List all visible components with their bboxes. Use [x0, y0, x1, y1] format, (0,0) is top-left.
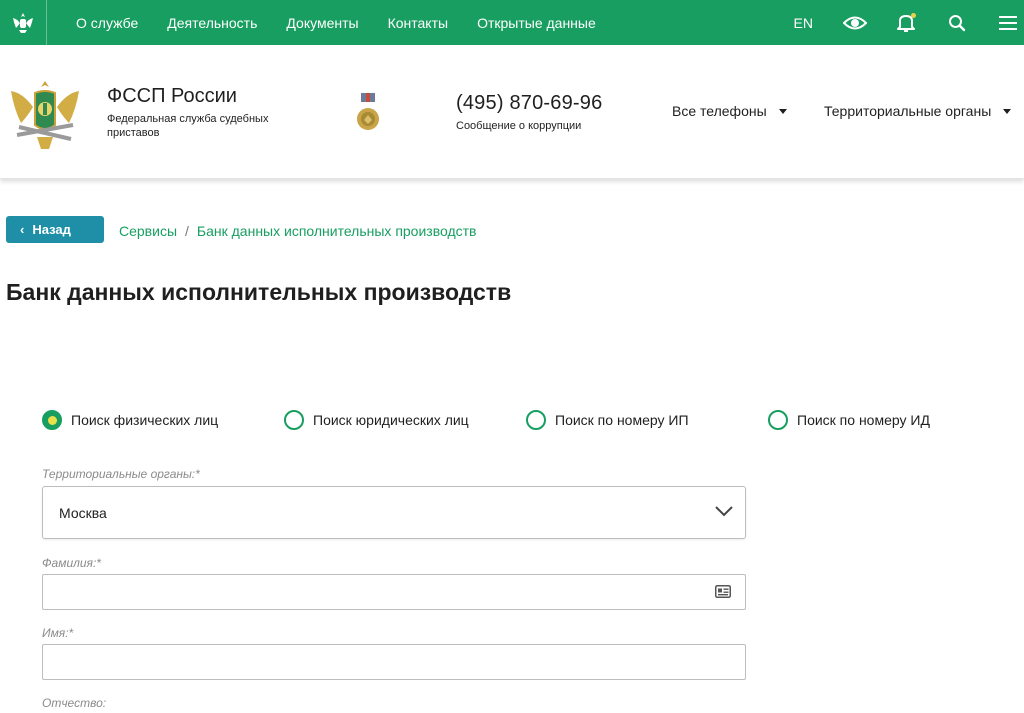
last-name-label: Фамилия:*: [42, 556, 101, 570]
eye-icon[interactable]: [843, 11, 867, 35]
region-label: Территориальные органы:*: [42, 467, 200, 481]
radio-individuals[interactable]: Поиск физических лиц: [42, 410, 218, 430]
nav-item-activity[interactable]: Деятельность: [167, 15, 257, 31]
radio-button[interactable]: [768, 410, 788, 430]
all-phones-label: Все телефоны: [672, 103, 767, 119]
radio-button-checked[interactable]: [42, 410, 62, 430]
first-name-label: Имя:*: [42, 626, 74, 640]
caret-down-icon: [1003, 108, 1012, 114]
territorial-label: Территориальные органы: [824, 103, 992, 119]
top-nav-tools: EN: [794, 0, 1024, 45]
nav-item-contacts[interactable]: Контакты: [388, 15, 448, 31]
notification-dot: [911, 12, 916, 18]
region-select[interactable]: Москва: [42, 486, 746, 539]
medal-icon: [357, 93, 379, 130]
language-switch[interactable]: EN: [794, 15, 813, 31]
chevron-left-icon: ‹: [20, 222, 25, 237]
breadcrumb: Сервисы / Банк данных исполнительных про…: [119, 223, 477, 239]
radio-ip-number[interactable]: Поиск по номеру ИП: [526, 410, 689, 430]
breadcrumb-separator: /: [185, 223, 189, 239]
radio-label: Поиск по номеру ИП: [555, 412, 689, 428]
patronymic-label: Отчество:: [42, 696, 107, 710]
radio-label: Поиск физических лиц: [71, 412, 219, 428]
breadcrumb-item-current[interactable]: Банк данных исполнительных производств: [197, 223, 477, 239]
first-name-input[interactable]: [42, 644, 746, 680]
radio-id-number[interactable]: Поиск по номеру ИД: [768, 410, 930, 430]
radio-label: Поиск юридических лиц: [313, 412, 469, 428]
back-label: Назад: [32, 222, 71, 237]
breadcrumb-item-services[interactable]: Сервисы: [119, 223, 177, 239]
hotline-phone[interactable]: (495) 870-69-96: [456, 92, 602, 115]
radio-label: Поиск по номеру ИД: [797, 412, 930, 428]
top-nav-bar: О службе Деятельность Документы Контакты…: [0, 0, 1024, 45]
caret-down-icon: [778, 108, 787, 114]
nav-item-about[interactable]: О службе: [76, 15, 138, 31]
region-value: Москва: [59, 504, 107, 521]
fssp-logo-icon[interactable]: [9, 73, 81, 153]
nav-item-open-data[interactable]: Открытые данные: [477, 15, 596, 31]
radio-legal-entities[interactable]: Поиск юридических лиц: [284, 410, 469, 430]
bell-icon[interactable]: [894, 11, 918, 35]
org-name[interactable]: ФССП России: [107, 85, 237, 108]
contact-card-icon[interactable]: [715, 585, 731, 598]
territorial-dropdown[interactable]: Территориальные органы: [824, 103, 1012, 119]
page-title: Банк данных исполнительных производств: [6, 279, 512, 305]
radio-button[interactable]: [284, 410, 304, 430]
radio-button[interactable]: [526, 410, 546, 430]
chevron-down-icon: [715, 506, 733, 517]
nav-item-documents[interactable]: Документы: [286, 15, 358, 31]
all-phones-dropdown[interactable]: Все телефоны: [672, 103, 787, 119]
org-subtitle: Федеральная служба судебных приставов: [107, 113, 269, 139]
menu-icon[interactable]: [996, 11, 1020, 35]
search-icon[interactable]: [945, 11, 969, 35]
last-name-input[interactable]: [42, 574, 746, 610]
emblem-icon-button[interactable]: [0, 0, 47, 45]
hotline-caption: Сообщение о коррупции: [456, 120, 582, 132]
eagle-emblem-icon: [13, 12, 33, 33]
main-nav: О службе Деятельность Документы Контакты…: [76, 15, 625, 31]
back-button[interactable]: ‹ Назад: [6, 216, 104, 243]
site-header: ФССП России Федеральная служба судебных …: [0, 45, 1024, 179]
